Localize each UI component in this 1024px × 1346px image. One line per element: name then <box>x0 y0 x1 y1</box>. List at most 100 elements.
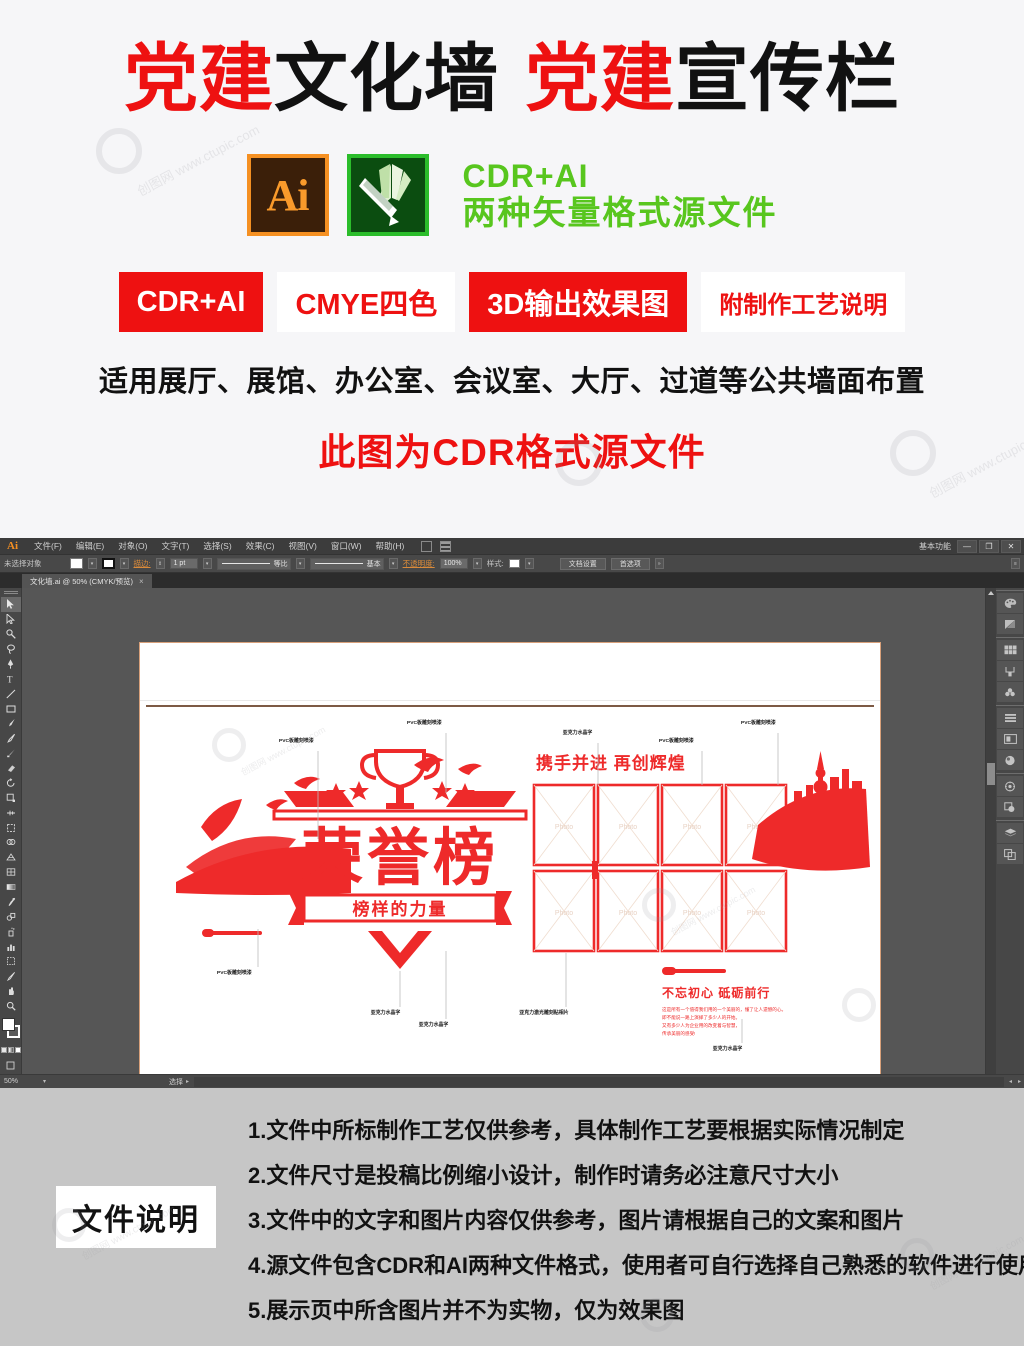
lasso-tool[interactable] <box>1 642 21 657</box>
none-button[interactable] <box>14 1047 21 1054</box>
color-guide-panel-icon[interactable] <box>997 614 1023 634</box>
control-bar-menu-icon[interactable]: ≡ <box>1011 558 1020 569</box>
panel-dock-scrollbar[interactable] <box>986 588 996 1088</box>
fill-color-box[interactable] <box>1 1018 15 1032</box>
slice-tool[interactable] <box>1 969 21 984</box>
rotate-tool[interactable] <box>1 775 21 790</box>
opacity-dropdown-icon[interactable]: ▾ <box>472 558 482 569</box>
free-transform-tool[interactable] <box>1 820 21 835</box>
honor-wall-artwork: 荣誉榜 榜样的力量 携手并进 再创辉煌 Photo Photo Photo Ph… <box>176 733 870 1043</box>
stroke-weight-field[interactable]: 1 pt <box>169 558 198 569</box>
menu-object[interactable]: 对象(O) <box>111 538 154 554</box>
canvas[interactable]: 荣誉榜 榜样的力量 携手并进 再创辉煌 Photo Photo Photo Ph… <box>22 588 985 1088</box>
scale-tool[interactable] <box>1 790 21 805</box>
line-segment-tool[interactable] <box>1 686 21 701</box>
document-setup-button[interactable]: 文档设置 <box>559 557 606 570</box>
drawing-mode-icon[interactable] <box>1 1058 21 1073</box>
brush-dropdown-icon[interactable]: ▾ <box>388 558 398 569</box>
symbol-sprayer-tool[interactable] <box>1 924 21 939</box>
stroke-stepper-icon[interactable]: ⇕ <box>155 558 165 569</box>
menu-help[interactable]: 帮助(H) <box>369 538 412 554</box>
direct-selection-tool[interactable] <box>1 612 21 627</box>
color-button[interactable] <box>0 1047 7 1054</box>
swatches-panel-icon[interactable] <box>997 640 1023 660</box>
menu-window[interactable]: 窗口(W) <box>324 538 369 554</box>
menu-file[interactable]: 文件(F) <box>27 538 69 554</box>
opacity-field[interactable]: 100% <box>439 558 468 569</box>
paintbrush-tool[interactable] <box>1 716 21 731</box>
transparency-panel-icon[interactable] <box>997 797 1023 817</box>
zoom-tool[interactable] <box>1 999 21 1014</box>
gradient-button[interactable] <box>7 1047 14 1054</box>
close-icon[interactable]: × <box>139 577 144 586</box>
fill-dropdown-icon[interactable]: ▾ <box>87 558 97 569</box>
status-dropdown-icon[interactable]: ▸ <box>183 1078 192 1085</box>
hand-tool[interactable] <box>1 984 21 999</box>
stroke-weight-dropdown-icon[interactable]: ▾ <box>202 558 212 569</box>
scroll-right-icon[interactable]: ▸ <box>1015 1078 1024 1085</box>
arrange-documents-icon[interactable] <box>440 540 452 552</box>
blend-tool[interactable] <box>1 909 21 924</box>
zoom-dropdown-icon[interactable]: ▾ <box>40 1078 49 1085</box>
transform-panel-icon[interactable] <box>997 729 1023 749</box>
menu-type[interactable]: 文字(T) <box>154 538 196 554</box>
control-bar-overflow-icon[interactable]: » <box>654 558 664 569</box>
eraser-tool[interactable] <box>1 761 21 776</box>
menu-effect[interactable]: 效果(C) <box>239 538 282 554</box>
artboards-panel-icon[interactable] <box>997 844 1023 864</box>
graphic-styles-panel-icon[interactable] <box>997 776 1023 796</box>
gradient-tool[interactable] <box>1 880 21 895</box>
color-mode-buttons[interactable] <box>0 1047 21 1054</box>
brushes-panel-icon[interactable] <box>997 661 1023 681</box>
pencil-tool[interactable] <box>1 731 21 746</box>
magic-wand-tool[interactable] <box>1 627 21 642</box>
maximize-button[interactable]: ❐ <box>979 539 999 553</box>
brush-definition-select[interactable]: 基本 <box>309 557 384 570</box>
shape-builder-tool[interactable] <box>1 835 21 850</box>
horizontal-scrollbar[interactable] <box>194 1076 1004 1087</box>
color-panel-icon[interactable] <box>997 593 1023 613</box>
stroke-dropdown-icon[interactable]: ▾ <box>119 558 129 569</box>
rectangle-tool[interactable] <box>1 701 21 716</box>
fill-color-swatch[interactable] <box>69 558 83 569</box>
chevron-up-icon[interactable] <box>988 591 994 595</box>
perspective-grid-tool[interactable] <box>1 850 21 865</box>
eyedropper-tool[interactable] <box>1 894 21 909</box>
pen-tool[interactable] <box>1 656 21 671</box>
mesh-tool[interactable] <box>1 865 21 880</box>
width-tool[interactable] <box>1 805 21 820</box>
scroll-thumb[interactable] <box>987 763 995 785</box>
artboard[interactable]: 荣誉榜 榜样的力量 携手并进 再创辉煌 Photo Photo Photo Ph… <box>140 643 880 1088</box>
stroke-profile-dropdown-icon[interactable]: ▾ <box>295 558 305 569</box>
stroke-label[interactable]: 描边: <box>134 558 151 569</box>
symbols-panel-icon[interactable] <box>997 682 1023 702</box>
bridge-icon[interactable] <box>421 540 433 552</box>
artboard-tool[interactable] <box>1 954 21 969</box>
document-tab[interactable]: 文化墙.ai @ 50% (CMYK/预览) × <box>22 574 153 588</box>
badge-cdr-ai: CDR+AI <box>118 272 264 332</box>
align-panel-icon[interactable] <box>997 708 1023 728</box>
menu-edit[interactable]: 编辑(E) <box>69 538 111 554</box>
blob-brush-tool[interactable] <box>1 746 21 761</box>
close-button[interactable]: ✕ <box>1001 539 1021 553</box>
opacity-label[interactable]: 不透明度: <box>403 558 435 569</box>
zoom-level[interactable]: 50% <box>0 1078 40 1085</box>
graphic-style-swatch[interactable] <box>508 559 520 568</box>
scroll-left-icon[interactable]: ◂ <box>1006 1078 1015 1085</box>
stroke-color-swatch[interactable] <box>101 558 115 569</box>
menu-view[interactable]: 视图(V) <box>282 538 324 554</box>
selection-tool[interactable] <box>0 596 21 612</box>
appearance-panel-icon[interactable] <box>997 750 1023 770</box>
column-graph-tool[interactable] <box>1 939 21 954</box>
menu-select[interactable]: 选择(S) <box>196 538 238 554</box>
title-part-4: 宣传栏 <box>675 37 900 120</box>
style-dropdown-icon[interactable]: ▾ <box>524 558 534 569</box>
tools-panel-grip[interactable] <box>3 591 18 594</box>
preferences-button[interactable]: 首选项 <box>610 557 650 570</box>
minimize-button[interactable]: — <box>957 539 977 553</box>
stroke-profile-select[interactable]: 等比 <box>216 557 291 570</box>
fill-stroke-controls[interactable] <box>1 1018 21 1044</box>
type-tool[interactable]: T <box>1 671 21 686</box>
workspace-switcher[interactable]: 基本功能 <box>919 541 951 552</box>
layers-panel-icon[interactable] <box>997 823 1023 843</box>
